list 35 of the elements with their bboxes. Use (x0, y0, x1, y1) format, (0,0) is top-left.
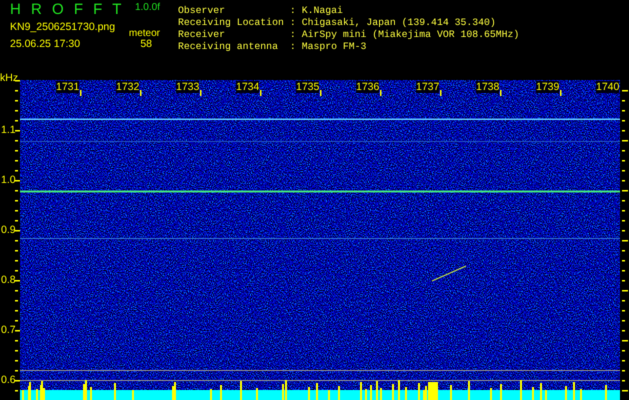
info-label: Receiving Location (178, 17, 284, 29)
y-axis-label: 0.9 (1, 223, 16, 237)
info-colon: : (290, 41, 296, 53)
filename-label: KN9_2506251730.png (10, 21, 116, 33)
time-label: 1737 (416, 81, 440, 93)
unit-label: kHz (0, 72, 18, 84)
time-label: 1740 (596, 81, 620, 93)
info-value: Chigasaki, Japan (139.414 35.340) (302, 17, 497, 29)
time-label: 1734 (236, 81, 260, 93)
version-label: 1.0.0f (134, 2, 160, 14)
info-value: Maspro FM-3 (302, 41, 368, 53)
info-colon: : (290, 5, 296, 17)
time-label: 1735 (296, 81, 320, 93)
y-axis-label: 0.6 (1, 373, 16, 387)
app-title: H R O F F T (10, 2, 124, 18)
y-axis-label: 0.8 (1, 273, 16, 287)
time-label: 1739 (536, 81, 560, 93)
info-label: Observer (178, 5, 226, 17)
y-axis-label: 1.1 (1, 123, 16, 137)
info-colon: : (290, 17, 296, 29)
info-value: AirSpy mini (Miakejima VOR 108.65MHz) (302, 29, 520, 41)
y-axis-label: 1.0 (1, 173, 16, 187)
datetime-label: 25.06.25 17:30 (10, 38, 80, 50)
time-label: 1736 (356, 81, 380, 93)
time-label: 1738 (476, 81, 500, 93)
info-label: Receiver (178, 29, 226, 41)
time-label: 1732 (116, 81, 140, 93)
count-label: meteor (128, 28, 160, 40)
meteor-count: 58 (140, 38, 153, 50)
info-colon: : (290, 29, 296, 41)
time-label: 1733 (176, 81, 200, 93)
info-value: K.Nagai (302, 5, 344, 17)
time-label: 1731 (56, 81, 80, 93)
info-label: Receiving antenna (178, 41, 279, 53)
y-axis-label: 0.7 (1, 323, 16, 337)
